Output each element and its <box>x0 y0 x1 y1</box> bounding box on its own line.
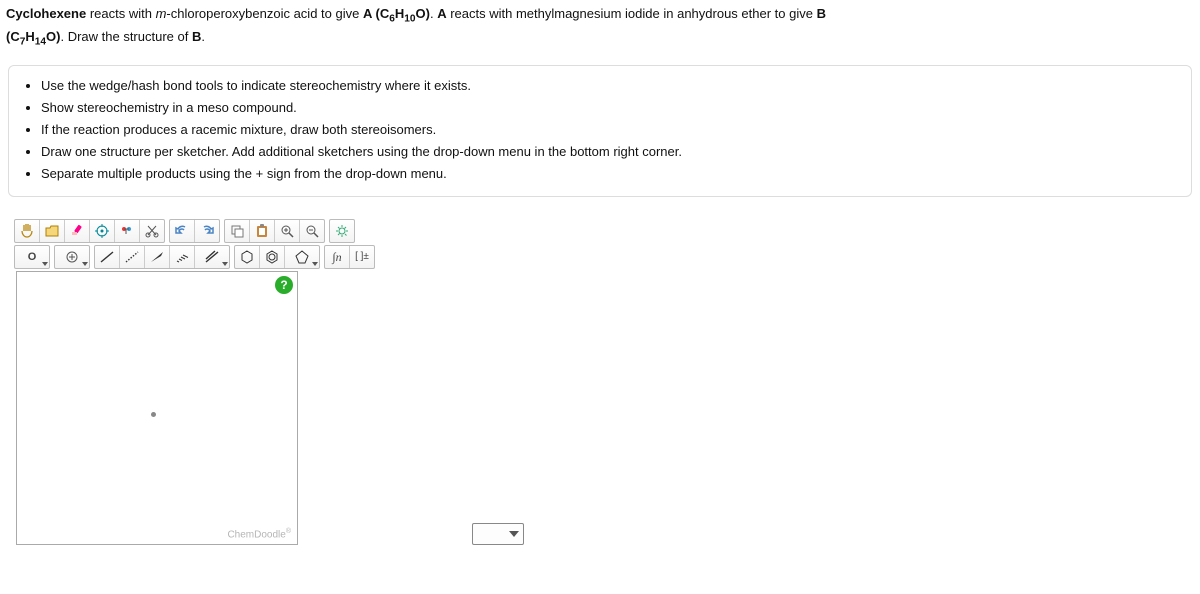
pan-tool[interactable] <box>15 220 39 242</box>
integral-n-tool[interactable]: ∫n <box>325 246 349 268</box>
hash-bond-tool[interactable] <box>169 246 194 268</box>
toolbar-row-2: O ∫n [ ]± <box>14 245 1194 269</box>
sketcher-canvas[interactable]: ? ChemDoodle® <box>16 271 298 545</box>
zoom-in-button[interactable] <box>274 220 299 242</box>
paste-button[interactable] <box>249 220 274 242</box>
instruction-item: If the reaction produces a racemic mixtu… <box>41 120 1177 140</box>
instruction-item: Separate multiple products using the + s… <box>41 164 1177 184</box>
single-bond-tool[interactable] <box>95 246 119 268</box>
instruction-item: Use the wedge/hash bond tools to indicat… <box>41 76 1177 96</box>
atom-picker[interactable]: O <box>15 246 49 268</box>
q-word-cyclohexene: Cyclohexene <box>6 6 86 21</box>
bracket-charge-tool[interactable]: [ ]± <box>349 246 374 268</box>
benzene-ring-tool[interactable] <box>259 246 284 268</box>
instruction-item: Draw one structure per sketcher. Add add… <box>41 142 1177 162</box>
instructions-box: Use the wedge/hash bond tools to indicat… <box>8 65 1192 198</box>
chevron-down-icon <box>509 531 519 537</box>
undo-button[interactable] <box>170 220 194 242</box>
charge-picker[interactable] <box>55 246 89 268</box>
redo-button[interactable] <box>194 220 219 242</box>
dotted-bond-tool[interactable] <box>119 246 144 268</box>
multi-bond-picker[interactable] <box>194 246 229 268</box>
toolbar-row-1 <box>14 219 1194 243</box>
canvas-origin-dot <box>151 412 156 417</box>
erase-tool[interactable] <box>64 220 89 242</box>
clean-structure-tool[interactable] <box>114 220 139 242</box>
chemdoodle-watermark: ChemDoodle® <box>227 528 291 540</box>
instruction-item: Show stereochemistry in a meso compound. <box>41 98 1177 118</box>
cyclohexane-ring-tool[interactable] <box>235 246 259 268</box>
center-tool[interactable] <box>89 220 114 242</box>
add-sketcher-dropdown[interactable] <box>472 523 524 545</box>
copy-button[interactable] <box>225 220 249 242</box>
open-tool[interactable] <box>39 220 64 242</box>
wedge-bond-tool[interactable] <box>144 246 169 268</box>
settings-button[interactable] <box>330 220 354 242</box>
question-text: Cyclohexene reacts with m-chloroperoxybe… <box>6 4 1194 51</box>
help-button[interactable]: ? <box>275 276 293 294</box>
ring-picker[interactable] <box>284 246 319 268</box>
zoom-out-button[interactable] <box>299 220 324 242</box>
cut-tool[interactable] <box>139 220 164 242</box>
